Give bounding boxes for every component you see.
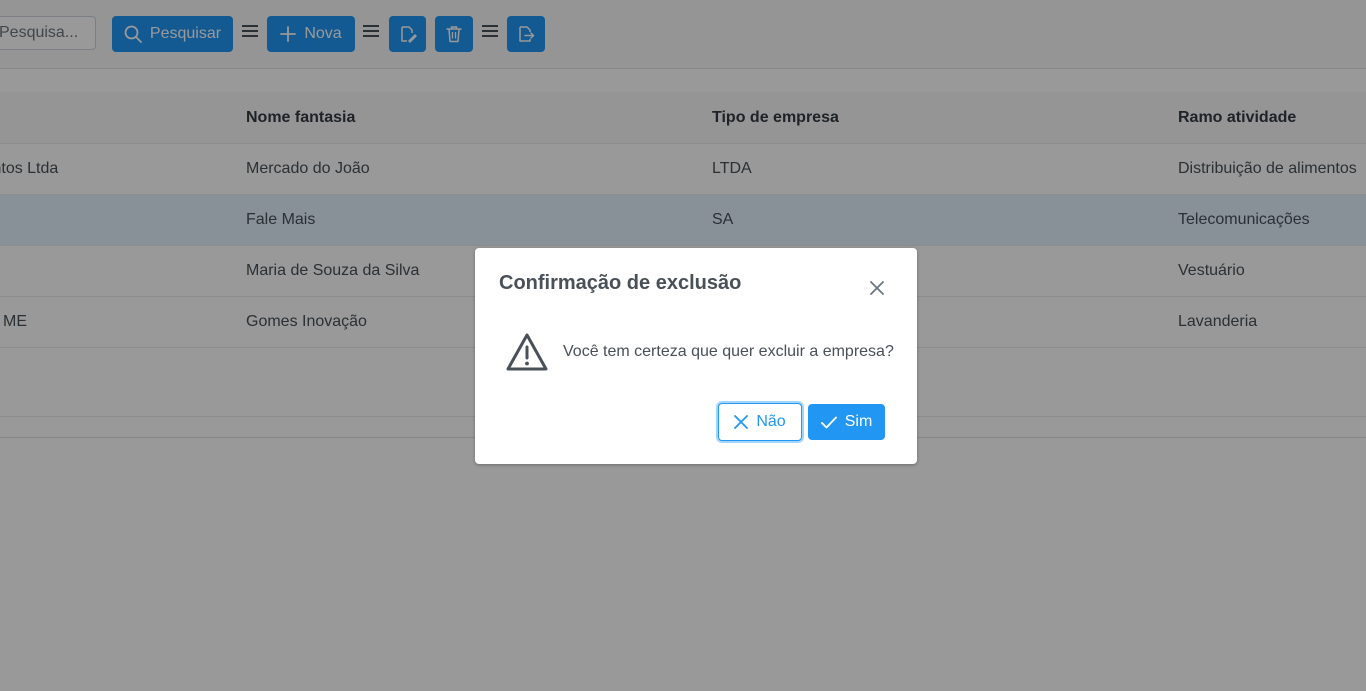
dialog-message: Você tem certeza que quer excluir a empr… bbox=[563, 343, 894, 360]
check-icon bbox=[820, 416, 837, 428]
close-button[interactable] bbox=[863, 274, 891, 302]
dialog-title: Confirmação de exclusão bbox=[499, 272, 742, 294]
times-icon bbox=[734, 415, 749, 429]
close-icon bbox=[870, 281, 884, 295]
no-button-label: Não bbox=[756, 413, 786, 430]
yes-button-label: Sim bbox=[844, 413, 873, 430]
warning-icon bbox=[506, 333, 548, 371]
no-button[interactable]: Não bbox=[718, 403, 802, 441]
yes-button[interactable]: Sim bbox=[808, 404, 885, 440]
